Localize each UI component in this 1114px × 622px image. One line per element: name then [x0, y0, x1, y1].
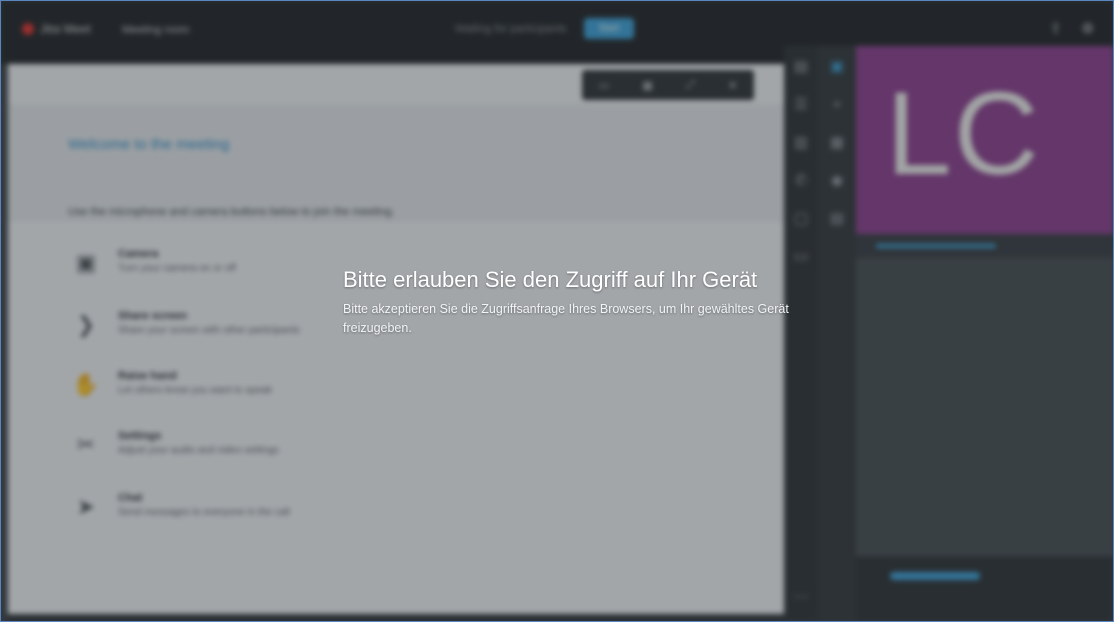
dialog-message: Bitte akzeptieren Sie die Zugriffsanfrag… — [343, 302, 789, 335]
dialog-title: Bitte erlauben Sie den Zugriff auf Ihr G… — [343, 267, 758, 292]
permission-dialog: Bitte erlauben Sie den Zugriff auf Ihr G… — [343, 268, 793, 338]
